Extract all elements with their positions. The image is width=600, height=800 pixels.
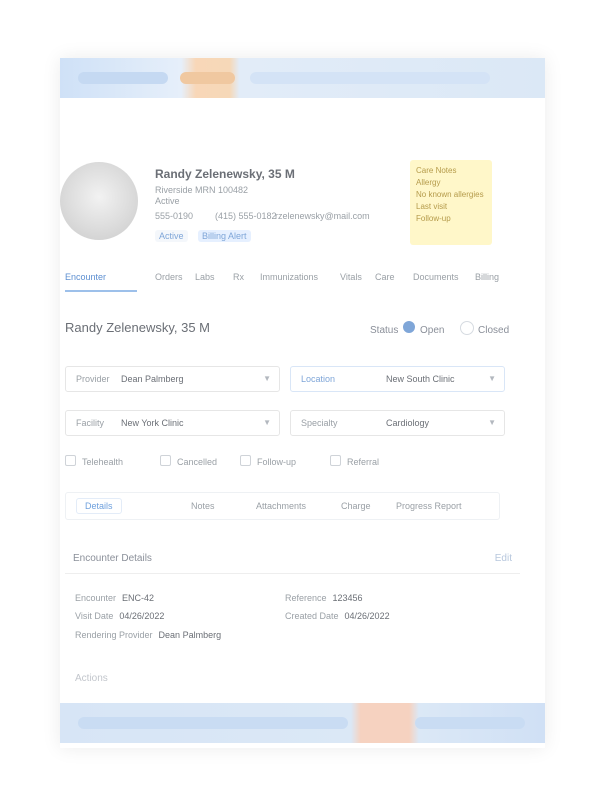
check-followup[interactable]: Follow-up xyxy=(240,455,296,467)
nav-pill-left[interactable] xyxy=(78,72,168,84)
tab-billing[interactable]: Billing xyxy=(475,272,499,282)
patient-line1: Riverside MRN 100482 xyxy=(155,185,249,195)
detail-created-label: Created Date xyxy=(285,611,339,621)
location-select[interactable]: Location New South Clinic ▼ xyxy=(290,366,505,392)
status-badge-billing: Billing Alert xyxy=(198,230,251,242)
detail-date-label: Visit Date xyxy=(75,611,114,621)
detail-date: Visit Date 04/26/2022 xyxy=(75,611,164,621)
tab-orders[interactable]: Orders xyxy=(155,272,183,282)
toolbar-details[interactable]: Details xyxy=(76,498,122,514)
location-label: Location xyxy=(301,374,336,384)
sticky-note: Care Notes Allergy No known allergies La… xyxy=(410,160,492,245)
facility-value: New York Clinic xyxy=(121,418,184,428)
note-line-1: Allergy xyxy=(416,178,441,187)
specialty-value: Cardiology xyxy=(386,418,430,428)
provider-label: Provider xyxy=(76,374,110,384)
checkbox-icon xyxy=(240,455,251,466)
status-label: Status xyxy=(370,325,399,336)
detail-encounter-label: Encounter xyxy=(75,593,117,603)
patient-phone: 555-0190 xyxy=(155,211,194,221)
tab-vitals[interactable]: Vitals xyxy=(340,272,362,282)
tab-care[interactable]: Care xyxy=(375,272,395,282)
toolbar-progress-report[interactable]: Progress Report xyxy=(396,501,462,511)
section-title: Encounter Details xyxy=(73,553,152,564)
tab-immunizations[interactable]: Immunizations xyxy=(260,272,318,282)
page-title: Randy Zelenewsky, 35 M xyxy=(65,320,210,335)
specialty-label: Specialty xyxy=(301,418,338,428)
check-telehealth[interactable]: Telehealth xyxy=(65,455,123,467)
note-line-2: No known allergies xyxy=(416,190,484,199)
chevron-down-icon: ▼ xyxy=(488,374,496,383)
active-tab-underline xyxy=(65,290,137,292)
patient-email[interactable]: rzelenewsky@mail.com xyxy=(275,211,370,221)
checkbox-icon xyxy=(160,455,171,466)
detail-date-value: 04/26/2022 xyxy=(119,611,165,621)
note-line-3: Last visit xyxy=(416,202,448,211)
facility-select[interactable]: Facility New York Clinic ▼ xyxy=(65,410,280,436)
footer-seg-1[interactable] xyxy=(78,717,348,729)
footer-seg-2[interactable] xyxy=(415,717,525,729)
facility-label: Facility xyxy=(76,418,105,428)
patient-name: Randy Zelenewsky, 35 M xyxy=(155,167,295,181)
detail-reference-value: 123456 xyxy=(332,593,363,603)
note-line-4: Follow-up xyxy=(416,214,451,223)
nav-pill-highlight[interactable] xyxy=(180,72,235,84)
check-referral[interactable]: Referral xyxy=(330,455,379,467)
tab-documents[interactable]: Documents xyxy=(413,272,459,282)
detail-toolbar: Details Notes Attachments Charge Progres… xyxy=(65,492,500,520)
detail-reference: Reference 123456 xyxy=(285,593,363,603)
toolbar-notes[interactable]: Notes xyxy=(191,501,215,511)
top-navbar xyxy=(60,58,545,98)
detail-reference-label: Reference xyxy=(285,593,327,603)
toolbar-attachments[interactable]: Attachments xyxy=(256,501,306,511)
detail-encounter-value: ENC-42 xyxy=(122,593,155,603)
detail-provider: Rendering Provider Dean Palmberg xyxy=(75,630,221,640)
avatar xyxy=(60,162,138,240)
detail-encounter: Encounter ENC-42 xyxy=(75,593,154,603)
chevron-down-icon: ▼ xyxy=(263,374,271,383)
chevron-down-icon: ▼ xyxy=(488,418,496,427)
tab-encounter[interactable]: Encounter xyxy=(65,272,106,282)
provider-value: Dean Palmberg xyxy=(121,374,184,384)
check-cancelled-label: Cancelled xyxy=(177,457,218,467)
status-radio-open[interactable] xyxy=(403,321,415,333)
detail-created: Created Date 04/26/2022 xyxy=(285,611,390,621)
check-telehealth-label: Telehealth xyxy=(82,457,124,467)
status-closed-label: Closed xyxy=(478,325,510,336)
provider-select[interactable]: Provider Dean Palmberg ▼ xyxy=(65,366,280,392)
detail-provider-label: Rendering Provider xyxy=(75,630,153,640)
detail-provider-value: Dean Palmberg xyxy=(158,630,222,640)
section-link[interactable]: Edit xyxy=(495,553,512,564)
checkbox-icon xyxy=(330,455,341,466)
patient-phone2: (415) 555-0182 xyxy=(215,211,277,221)
check-cancelled[interactable]: Cancelled xyxy=(160,455,217,467)
note-heading: Care Notes xyxy=(416,166,457,175)
status-radio-closed[interactable] xyxy=(460,321,474,335)
status-open-label: Open xyxy=(420,325,445,336)
nav-pill-right[interactable] xyxy=(250,72,490,84)
specialty-select[interactable]: Specialty Cardiology ▼ xyxy=(290,410,505,436)
status-badge-active: Active xyxy=(155,230,188,242)
check-followup-label: Follow-up xyxy=(257,457,297,467)
patient-line2: Active xyxy=(155,196,180,206)
bottom-bar xyxy=(60,703,545,743)
detail-created-value: 04/26/2022 xyxy=(344,611,390,621)
chevron-down-icon: ▼ xyxy=(263,418,271,427)
check-referral-label: Referral xyxy=(347,457,380,467)
tab-rx[interactable]: Rx xyxy=(233,272,244,282)
encounter-section: Encounter Details Edit xyxy=(65,545,520,574)
checkbox-icon xyxy=(65,455,76,466)
toolbar-charge[interactable]: Charge xyxy=(341,501,371,511)
location-value: New South Clinic xyxy=(386,374,455,384)
footer-actions-label: Actions xyxy=(75,673,108,684)
tab-labs[interactable]: Labs xyxy=(195,272,215,282)
